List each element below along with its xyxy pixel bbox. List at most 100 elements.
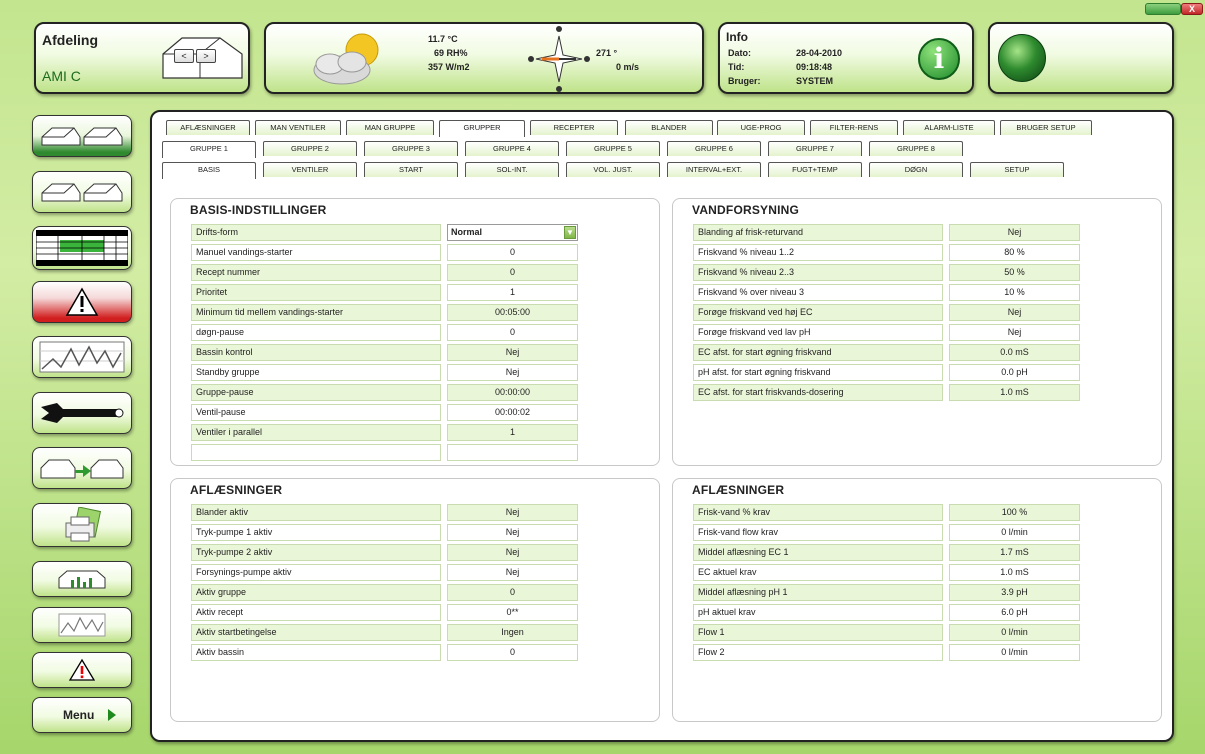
small-alarm-button[interactable] [32, 652, 132, 688]
row-value: Nej [447, 524, 578, 541]
row-value[interactable]: 10 % [949, 284, 1080, 301]
globe-panel [988, 22, 1174, 94]
row-value[interactable]: 0.0 mS [949, 344, 1080, 361]
tab-gruppe-3[interactable]: GRUPPE 3 [364, 141, 458, 156]
row-label: Middel aflæsning EC 1 [693, 544, 943, 561]
info-user-value: SYSTEM [796, 76, 834, 86]
copy-greenhouse-button[interactable] [32, 447, 132, 489]
info-icon[interactable]: i [918, 38, 960, 80]
graph-button[interactable] [32, 336, 132, 378]
main-panel: AFLÆSNINGER MAN VENTILER MAN GRUPPE GRUP… [150, 110, 1174, 742]
prev-afdeling-button[interactable]: < [174, 49, 194, 63]
row-value[interactable]: 1.0 mS [949, 384, 1080, 401]
tab-doegn[interactable]: DØGN [869, 162, 963, 177]
schedule-table-button[interactable] [32, 226, 132, 270]
row-value[interactable]: Nej [447, 364, 578, 381]
minimize-button[interactable] [1145, 3, 1181, 15]
tab-filter-rens[interactable]: FILTER-RENS [810, 120, 898, 135]
wind-speed-value: 0 m/s [616, 62, 640, 72]
driftsform-select[interactable]: Normal ▼ [447, 224, 578, 241]
row-label: Tryk-pumpe 2 aktiv [191, 544, 441, 561]
row-value[interactable]: 0 [447, 244, 578, 261]
afdeling-value: AMI C [42, 68, 81, 84]
tab-gruppe-5[interactable]: GRUPPE 5 [566, 141, 660, 156]
afdeling-nav: < > [173, 49, 217, 63]
wind-compass-icon [528, 26, 590, 92]
tab-gruppe-4[interactable]: GRUPPE 4 [465, 141, 559, 156]
greenhouse-chart-button[interactable] [32, 561, 132, 597]
service-button[interactable] [32, 392, 132, 434]
row-label: Drifts-form [191, 224, 441, 241]
aflaesninger-right-title: AFLÆSNINGER [692, 483, 785, 497]
alarm-button[interactable] [32, 281, 132, 323]
tab-gruppe-6[interactable]: GRUPPE 6 [667, 141, 761, 156]
tab-basis[interactable]: BASIS [162, 162, 256, 179]
row-value[interactable]: 0 [447, 324, 578, 341]
row-label: EC aktuel krav [693, 564, 943, 581]
greenhouse-groups-button[interactable] [32, 171, 132, 213]
tab-alarm-liste[interactable]: ALARM-LISTE [903, 120, 995, 135]
vandforsyning-group: VANDFORSYNING Blanding af frisk-returvan… [672, 198, 1162, 466]
row-label: døgn-pause [191, 324, 441, 341]
print-button[interactable] [32, 503, 132, 547]
row-value[interactable]: 0 [447, 264, 578, 281]
wind-direction-value: 271 ° [596, 48, 618, 58]
row-value[interactable]: Nej [447, 344, 578, 361]
row-value[interactable]: 0.0 pH [949, 364, 1080, 381]
tab-aflaesninger[interactable]: AFLÆSNINGER [166, 120, 250, 135]
row-value: 0 l/min [949, 644, 1080, 661]
tab-gruppe-8[interactable]: GRUPPE 8 [869, 141, 963, 156]
row-value[interactable]: 00:05:00 [447, 304, 578, 321]
tab-man-ventiler[interactable]: MAN VENTILER [255, 120, 341, 135]
greenhouse-overview-button[interactable] [32, 115, 132, 157]
tab-fugt-temp[interactable]: FUGT+TEMP [768, 162, 862, 177]
tab-uge-prog[interactable]: UGE-PROG [717, 120, 805, 135]
tab-ventiler[interactable]: VENTILER [263, 162, 357, 177]
tab-recepter[interactable]: RECEPTER [530, 120, 618, 135]
row-value: 0 l/min [949, 624, 1080, 641]
tab-interval-ext[interactable]: INTERVAL+EXT. [667, 162, 761, 177]
schedule-table-icon [36, 230, 128, 266]
main-tab-bar: AFLÆSNINGER MAN VENTILER MAN GRUPPE GRUP… [166, 120, 1162, 137]
graph-icon [58, 613, 106, 637]
info-time-value: 09:18:48 [796, 62, 833, 72]
next-afdeling-button[interactable]: > [196, 49, 216, 63]
small-graph-button[interactable] [32, 607, 132, 643]
row-label: pH afst. for start øgning friskvand [693, 364, 943, 381]
row-label: Tryk-pumpe 1 aktiv [191, 524, 441, 541]
row-value[interactable]: 50 % [949, 264, 1080, 281]
tab-grupper[interactable]: GRUPPER [439, 120, 525, 137]
row-value[interactable]: 1 [447, 424, 578, 441]
row-value[interactable]: 1 [447, 284, 578, 301]
row-value[interactable]: 80 % [949, 244, 1080, 261]
afdeling-panel: Afdeling AMI C < > [34, 22, 250, 94]
chevron-down-icon[interactable]: ▼ [564, 226, 576, 239]
basis-settings-group: BASIS-INDSTILLINGER Drifts-form Normal ▼ … [170, 198, 660, 466]
tab-start[interactable]: START [364, 162, 458, 177]
tab-bruger-setup[interactable]: BRUGER SETUP [1000, 120, 1092, 135]
row-value[interactable]: Nej [949, 304, 1080, 321]
tab-blander[interactable]: BLANDER [625, 120, 713, 135]
tab-setup[interactable]: SETUP [970, 162, 1064, 177]
row-value[interactable]: Nej [949, 324, 1080, 341]
row-value[interactable]: Nej [949, 224, 1080, 241]
tab-man-gruppe[interactable]: MAN GRUPPE [346, 120, 434, 135]
row-value: Nej [447, 564, 578, 581]
menu-button[interactable]: Menu [32, 697, 132, 733]
close-button[interactable]: X [1181, 3, 1203, 15]
row-label: Ventil-pause [191, 404, 441, 421]
globe-icon[interactable] [998, 34, 1046, 82]
tab-gruppe-7[interactable]: GRUPPE 7 [768, 141, 862, 156]
tab-vol-just[interactable]: VOL. JUST. [566, 162, 660, 177]
row-value: 0 l/min [949, 524, 1080, 541]
tab-gruppe-2[interactable]: GRUPPE 2 [263, 141, 357, 156]
tab-gruppe-1[interactable]: GRUPPE 1 [162, 141, 256, 158]
tab-sol-int[interactable]: SOL-INT. [465, 162, 559, 177]
row-label: Minimum tid mellem vandings-starter [191, 304, 441, 321]
row-value[interactable]: 00:00:00 [447, 384, 578, 401]
row-value[interactable]: 00:00:02 [447, 404, 578, 421]
row-value[interactable] [447, 444, 578, 461]
temperature-value: 11.7 °C [428, 34, 458, 44]
row-label: Recept nummer [191, 264, 441, 281]
copy-arrow-icon [40, 459, 124, 479]
